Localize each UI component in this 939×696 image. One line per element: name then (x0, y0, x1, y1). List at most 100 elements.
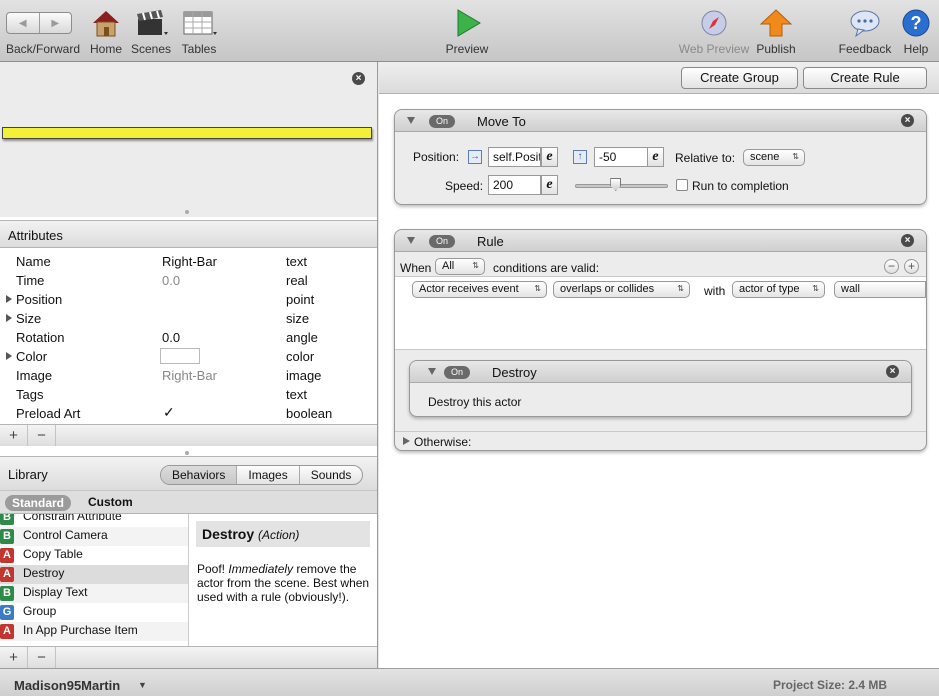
actor-type-value: wall (841, 283, 860, 295)
attribute-row-image[interactable]: Image Right-Bar image (0, 366, 377, 385)
remove-condition-button[interactable]: − (884, 259, 899, 274)
tab-custom[interactable]: Custom (88, 495, 133, 509)
add-behavior-button[interactable]: + (0, 647, 28, 668)
upload-arrow-icon (759, 9, 793, 37)
list-item[interactable]: G Group (0, 603, 188, 622)
relative-to-select[interactable]: scene ⇅ (743, 149, 805, 166)
attribute-type: real (286, 273, 308, 288)
play-icon (457, 9, 481, 37)
description-title: Destroy (Action) (196, 521, 370, 547)
remove-attribute-button[interactable]: − (28, 425, 56, 446)
attribute-row-rotation[interactable]: Rotation 0.0 angle (0, 328, 377, 347)
condition-mode-select[interactable]: All ⇅ (435, 258, 485, 275)
attribute-row-name[interactable]: Name Right-Bar text (0, 252, 377, 271)
home-button[interactable]: Home (86, 8, 126, 60)
library-bottom-bar: + − (0, 646, 377, 668)
tab-sounds[interactable]: Sounds (298, 466, 363, 484)
scenes-button[interactable]: Scenes (130, 8, 172, 60)
tab-behaviors[interactable]: Behaviors (161, 466, 237, 484)
actor-type-select[interactable]: wall (834, 281, 926, 298)
create-group-button[interactable]: Create Group (681, 67, 798, 89)
add-condition-button[interactable]: + (904, 259, 919, 274)
preload-art-checkbox[interactable]: ✓ (163, 404, 175, 421)
arrow-up-icon[interactable]: ↑ (573, 150, 587, 164)
expression-editor-button[interactable]: e (541, 175, 558, 195)
run-to-completion-checkbox[interactable] (676, 179, 688, 191)
position-label: Position: (413, 150, 460, 164)
attribute-value[interactable]: Right-Bar (162, 254, 217, 269)
editor-toolbar: Create Group Create Rule (379, 62, 939, 94)
collapse-triangle-icon[interactable] (407, 237, 415, 244)
create-rule-button[interactable]: Create Rule (803, 67, 927, 89)
disclosure-triangle-icon[interactable] (6, 295, 12, 303)
help-button[interactable]: ? Help (898, 8, 934, 60)
color-swatch[interactable] (160, 348, 200, 364)
list-item[interactable]: A Copy Table (0, 546, 188, 565)
condition-mode-value: All (442, 260, 455, 272)
tab-images[interactable]: Images (236, 466, 298, 484)
speed-slider-track[interactable] (575, 184, 668, 188)
close-destroy-icon[interactable]: × (886, 365, 899, 378)
event-select[interactable]: overlaps or collides ⇅ (553, 281, 690, 298)
chevron-down-icon[interactable]: ▼ (138, 680, 147, 690)
back-forward-segmented[interactable]: ◀ ▶ (6, 12, 72, 34)
list-item[interactable]: A In App Purchase Item (0, 622, 188, 641)
move-to-header: On Move To × (395, 110, 926, 132)
user-name[interactable]: Madison95Martin (14, 678, 120, 693)
otherwise-divider (395, 431, 926, 432)
list-item[interactable]: B Control Camera (0, 527, 188, 546)
action-badge-icon: A (0, 548, 14, 563)
attribute-row-size[interactable]: Size size (0, 309, 377, 328)
list-item-selected[interactable]: A Destroy (0, 565, 188, 584)
position-y-field[interactable]: -50 (594, 147, 648, 167)
resize-handle[interactable] (185, 451, 189, 455)
remove-behavior-button[interactable]: − (28, 647, 56, 668)
attribute-type: angle (286, 330, 318, 345)
target-kind-select[interactable]: actor of type ⇅ (732, 281, 825, 298)
position-x-field[interactable]: self.Posit (488, 147, 541, 167)
attribute-row-color[interactable]: Color color (0, 347, 377, 366)
close-preview-icon[interactable]: × (352, 72, 365, 85)
scenes-label: Scenes (130, 42, 172, 56)
behavior-badge-icon: B (0, 514, 14, 525)
close-rule-icon[interactable]: × (901, 234, 914, 247)
publish-button[interactable]: Publish (756, 8, 796, 60)
collapse-triangle-icon[interactable] (407, 117, 415, 124)
feedback-button[interactable]: Feedback (839, 8, 891, 60)
attribute-row-tags[interactable]: Tags text (0, 385, 377, 404)
disclosure-triangle-icon[interactable] (6, 314, 12, 322)
arrow-right-icon[interactable]: → (468, 150, 482, 164)
disclosure-triangle-icon[interactable] (6, 352, 12, 360)
speed-slider-knob[interactable] (610, 178, 622, 191)
attribute-row-position[interactable]: Position point (0, 290, 377, 309)
add-attribute-button[interactable]: + (0, 425, 28, 446)
attribute-type: point (286, 292, 315, 307)
list-item-label: Control Camera (23, 528, 108, 542)
speed-field[interactable]: 200 (488, 175, 541, 195)
expression-editor-button[interactable]: e (541, 147, 558, 167)
tables-button[interactable]: Tables (178, 8, 220, 60)
attribute-value[interactable]: Right-Bar (162, 368, 217, 383)
web-preview-button[interactable]: Web Preview (679, 8, 749, 60)
list-item[interactable]: B Display Text (0, 584, 188, 603)
on-toggle[interactable]: On (429, 235, 455, 248)
forward-arrow-icon[interactable]: ▶ (38, 13, 72, 33)
list-item[interactable]: B Constrain Attribute (0, 514, 188, 527)
otherwise-triangle-icon[interactable] (403, 437, 410, 445)
expression-editor-button[interactable]: e (647, 147, 664, 167)
on-toggle[interactable]: On (444, 366, 470, 379)
attribute-name: Rotation (16, 330, 65, 345)
back-forward-control[interactable]: ◀ ▶ Back/Forward (6, 8, 80, 60)
home-icon (93, 11, 119, 37)
back-arrow-icon[interactable]: ◀ (7, 13, 39, 33)
resize-handle[interactable] (185, 210, 189, 214)
attribute-value[interactable]: 0.0 (162, 330, 180, 345)
close-behavior-icon[interactable]: × (901, 114, 914, 127)
tab-standard[interactable]: Standard (5, 495, 72, 511)
attribute-row-preload-art[interactable]: Preload Art ✓ boolean (0, 404, 377, 423)
preview-button[interactable]: Preview (446, 8, 488, 60)
attribute-name: Image (16, 368, 53, 383)
on-toggle[interactable]: On (429, 115, 455, 128)
collapse-triangle-icon[interactable] (428, 368, 436, 375)
condition-type-select[interactable]: Actor receives event ⇅ (412, 281, 547, 298)
